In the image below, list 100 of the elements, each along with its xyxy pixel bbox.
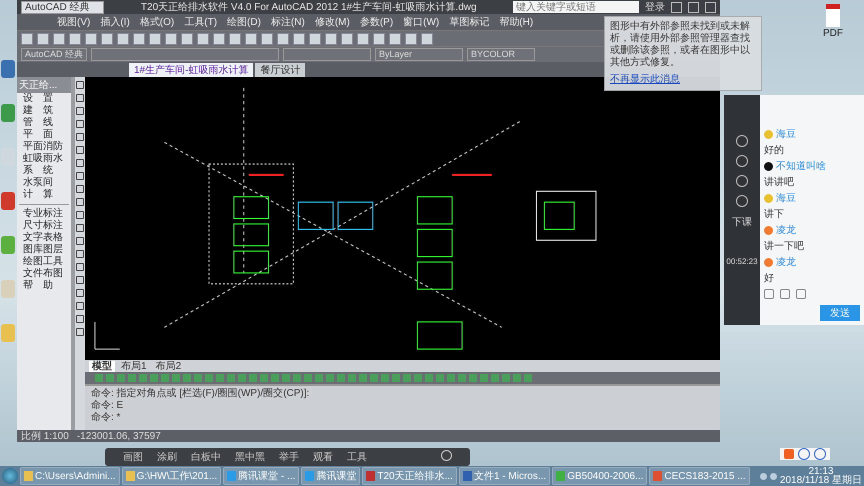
palette-item[interactable]: 虹吸雨水 (17, 153, 71, 165)
menu-item[interactable]: 插入(I) (100, 15, 130, 29)
pdf-file-icon[interactable] (826, 4, 840, 27)
menu-item[interactable]: 格式(O) (140, 15, 174, 29)
desktop-shortcut-icon[interactable] (1, 192, 15, 210)
taskbar-button[interactable]: 腾讯课堂 (301, 467, 360, 485)
palette-item[interactable]: 专业标注 (17, 208, 71, 220)
toolbar-icon[interactable] (165, 32, 177, 44)
layout-tab[interactable]: 布局1 (118, 360, 150, 372)
toolbar-icon[interactable] (341, 32, 353, 44)
toolbar-icon[interactable] (309, 32, 321, 44)
desktop-shortcut-icon[interactable] (1, 236, 15, 254)
toolbar-icon[interactable] (101, 32, 113, 44)
palette-item[interactable]: 系 统 (17, 165, 71, 177)
palette-item[interactable]: 帮 助 (17, 280, 71, 292)
toolbar-icon[interactable] (117, 32, 129, 44)
palette-item[interactable]: 尺寸标注 (17, 220, 71, 232)
palette-item[interactable]: 平面消防 (17, 141, 71, 153)
class-tool-button[interactable]: 举手 (279, 450, 299, 464)
toolbar-icon[interactable] (421, 32, 433, 44)
toolbar-icon[interactable] (85, 32, 97, 44)
taskbar-button[interactable]: GB50400-2006... (552, 467, 648, 485)
menu-item[interactable]: 修改(M) (314, 15, 350, 29)
minimize-button[interactable] (671, 2, 682, 12)
palette-item[interactable]: 图库图层 (17, 244, 71, 256)
workspace-dropdown[interactable]: AutoCAD 经典 (21, 48, 88, 61)
taskbar-button[interactable]: G:\HW\工作\201... (122, 467, 222, 485)
close-button[interactable] (705, 2, 716, 12)
toolbar-icon[interactable] (37, 32, 49, 44)
workspace-dropdown[interactable]: AutoCAD 经典 (21, 0, 104, 14)
toolbar-icon[interactable] (325, 32, 337, 44)
maximize-button[interactable] (688, 2, 699, 12)
class-tool-button[interactable]: 涂刷 (157, 450, 177, 464)
input-method-icon[interactable] (784, 449, 794, 459)
taskbar-button[interactable]: CECS183-2015 ... (649, 467, 750, 485)
menu-item[interactable]: 草图标记 (449, 15, 490, 29)
document-tab[interactable]: 1#生产车间-虹吸雨水计算 (129, 63, 254, 77)
menu-item[interactable]: 参数(P) (360, 15, 394, 29)
toolbar-icon[interactable] (277, 32, 289, 44)
login-link[interactable]: 登录 (645, 0, 665, 14)
user-name[interactable]: 海豆 (776, 191, 796, 205)
palette-item[interactable]: 设 置 (17, 93, 71, 105)
document-tab[interactable]: 餐厅设计 (255, 63, 306, 77)
toolbar-icon[interactable] (245, 32, 257, 44)
start-button[interactable] (2, 468, 18, 484)
menu-item[interactable]: 工具(T) (184, 15, 218, 29)
linetype-dropdown[interactable]: ByLayer (375, 48, 464, 61)
end-class-label[interactable]: 下课 (732, 215, 752, 229)
plotstyle-dropdown[interactable]: BYCOLOR (467, 48, 536, 61)
toolbar-icon[interactable] (405, 32, 417, 44)
toolbar-icon[interactable] (373, 32, 385, 44)
clock-date[interactable]: 2018/11/18 星期日 (780, 476, 862, 485)
layout-tab[interactable]: 布局2 (152, 360, 184, 372)
toolbar-icon[interactable] (53, 32, 65, 44)
desktop-shortcut-icon[interactable] (1, 60, 15, 78)
menu-item[interactable]: 标注(N) (270, 15, 305, 29)
scale-indicator[interactable]: 比例 1:100 (21, 429, 69, 443)
class-tool-button[interactable]: 画图 (123, 450, 143, 464)
palette-item[interactable]: 计 算 (17, 189, 71, 201)
menu-item[interactable]: 窗口(W) (403, 15, 440, 29)
class-tool-button[interactable]: 工具 (347, 450, 367, 464)
toolbar-icon[interactable] (149, 32, 161, 44)
taskbar-button[interactable]: 文件1 - Micros... (458, 467, 550, 485)
palette-item[interactable]: 管 线 (17, 117, 71, 129)
palette-item[interactable]: 水泵间 (17, 177, 71, 189)
desktop-shortcut-icon[interactable] (1, 104, 15, 122)
toolbar-icon[interactable] (69, 32, 81, 44)
layout-tab[interactable]: 模型 (89, 360, 115, 372)
user-name[interactable]: 凌龙 (776, 255, 796, 269)
palette-item[interactable]: 文件布图 (17, 268, 71, 280)
toolbar-icon[interactable] (357, 32, 369, 44)
user-name[interactable]: 不知道叫啥 (776, 159, 826, 173)
send-button[interactable]: 发送 (820, 305, 860, 321)
palette-item[interactable]: 绘图工具 (17, 256, 71, 268)
taskbar-button[interactable]: C:\Users\Admini... (20, 467, 120, 485)
toolbar-icon[interactable] (181, 32, 193, 44)
class-tool-button[interactable]: 黑中黑 (235, 450, 265, 464)
palette-item[interactable]: 建 筑 (17, 105, 71, 117)
toolbar-icon[interactable] (389, 32, 401, 44)
dismiss-link[interactable]: 不再显示此消息 (610, 72, 756, 86)
user-name[interactable]: 凌龙 (776, 223, 796, 237)
class-tool-button[interactable]: 白板中 (191, 450, 221, 464)
taskbar-button[interactable]: 腾讯课堂 - ... (223, 467, 300, 485)
menu-item[interactable]: 帮助(H) (499, 15, 534, 29)
menu-item[interactable]: 视图(V) (57, 15, 90, 29)
palette-item[interactable]: 平 面 (17, 129, 71, 141)
color-dropdown[interactable] (283, 48, 372, 61)
toolbar-icon[interactable] (197, 32, 209, 44)
class-tool-button[interactable]: 观看 (313, 450, 333, 464)
menu-item[interactable]: 绘图(D) (227, 15, 261, 29)
search-field[interactable]: 键入关键字或短语 (513, 1, 639, 13)
user-name[interactable]: 海豆 (776, 127, 796, 141)
toolbar-icon[interactable] (213, 32, 225, 44)
toolbar-icon[interactable] (21, 32, 33, 44)
toolbar-icon[interactable] (229, 32, 241, 44)
palette-item[interactable]: 文字表格 (17, 232, 71, 244)
taskbar-button[interactable]: T20天正给排水... (362, 467, 457, 485)
toolbar-icon[interactable] (261, 32, 273, 44)
toolbar-icon[interactable] (293, 32, 305, 44)
toolbar-icon[interactable] (133, 32, 145, 44)
